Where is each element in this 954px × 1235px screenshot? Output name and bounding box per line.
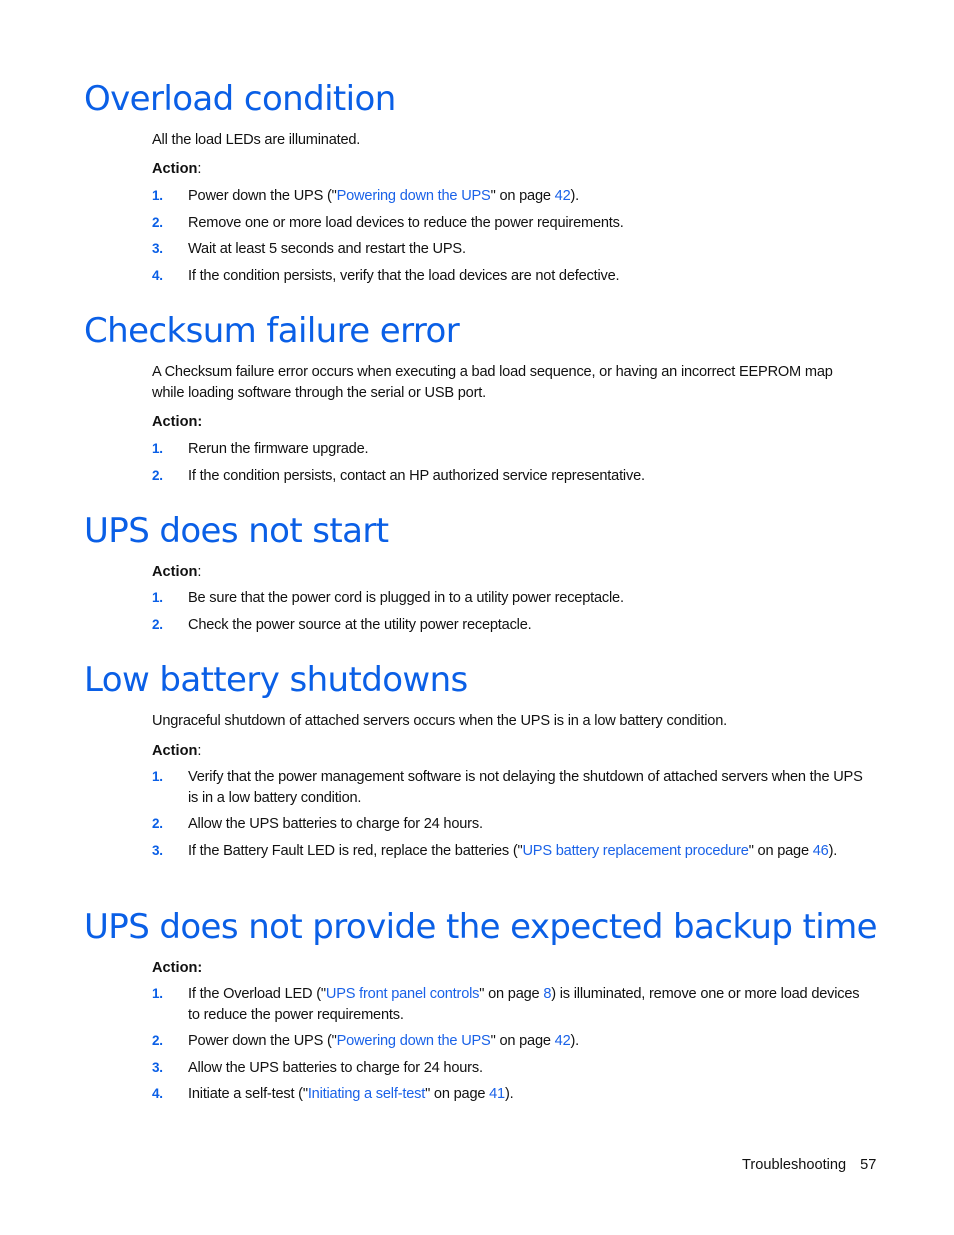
heading-low-battery-shutdowns: Low battery shutdowns xyxy=(84,660,468,700)
step-number: 3. xyxy=(152,842,163,858)
step-text: If the Overload LED (" xyxy=(188,986,326,1002)
steps-list: 1. Power down the UPS ("Powering down the… xyxy=(152,186,864,286)
link-ups-front-panel-controls[interactable]: UPS front panel controls xyxy=(326,986,480,1002)
step-text: " on page xyxy=(490,1033,555,1049)
step-number: 4. xyxy=(152,267,163,283)
list-item: 2. Remove one or more load devices to red… xyxy=(152,213,864,234)
page-number: 57 xyxy=(860,1157,877,1173)
step-number: 4. xyxy=(152,1086,163,1101)
link-page-41[interactable]: 41 xyxy=(489,1086,505,1102)
step-number: 3. xyxy=(152,1059,163,1075)
step-text: " on page xyxy=(425,1086,490,1102)
steps-list: 1. If the Overload LED ("UPS front panel … xyxy=(152,984,864,1105)
step-text: Verify that the power management softwar… xyxy=(188,769,863,806)
list-item: 1. Power down the UPS ("Powering down the… xyxy=(152,186,864,207)
list-item: 2. Check the power source at the utility … xyxy=(152,615,864,636)
footer-section-name: Troubleshooting xyxy=(742,1157,847,1173)
action-colon: : xyxy=(197,564,202,580)
step-number: 1. xyxy=(152,188,163,203)
list-item: 3. If the Battery Fault LED is red, repla… xyxy=(152,841,864,862)
steps-list: 1. Verify that the power management softw… xyxy=(152,767,864,861)
link-ups-battery-replacement-procedure[interactable]: UPS battery replacement procedure xyxy=(522,843,748,859)
step-text: Allow the UPS batteries to charge for 24… xyxy=(188,1059,483,1076)
action-label-bold: Action xyxy=(152,564,198,580)
list-item: 2. Power down the UPS ("Powering down the… xyxy=(152,1031,864,1052)
link-page-42[interactable]: 42 xyxy=(555,1033,571,1049)
step-text: Wait at least 5 seconds and restart the … xyxy=(188,241,466,257)
step-text: ). xyxy=(504,1086,514,1102)
list-item: 3. Wait at least 5 seconds and restart th… xyxy=(152,239,864,260)
step-number: 1. xyxy=(152,590,163,605)
step-text: " on page xyxy=(490,188,555,204)
list-item: 1. Rerun the firmware upgrade. xyxy=(152,439,864,460)
list-item: 1. Be sure that the power cord is plugged… xyxy=(152,588,864,609)
step-number: 2. xyxy=(152,214,163,230)
action-label: Action: xyxy=(152,562,201,582)
action-label-bold: Action: xyxy=(152,960,203,976)
section-body: A Checksum failure error occurs when exe… xyxy=(152,364,833,401)
step-text: Rerun the firmware upgrade. xyxy=(188,441,369,457)
list-item: 3. Allow the UPS batteries to charge for … xyxy=(152,1058,864,1079)
step-number: 2. xyxy=(152,616,163,632)
action-label: Action: xyxy=(152,958,202,978)
step-number: 2. xyxy=(152,816,163,831)
heading-overload-condition: Overload condition xyxy=(84,79,396,119)
list-item: 4. If the condition persists, verify that… xyxy=(152,266,864,287)
action-colon: : xyxy=(197,161,202,177)
step-number: 2. xyxy=(152,1033,163,1048)
list-item: 4. Initiate a self-test ("Initiating a se… xyxy=(152,1084,864,1105)
step-text: Check the power source at the utility po… xyxy=(188,616,532,633)
action-label: Action: xyxy=(152,412,202,432)
link-powering-down-the-ups[interactable]: Powering down the UPS xyxy=(337,1033,491,1049)
step-number: 1. xyxy=(152,441,163,456)
section-body: Ungraceful shutdown of attached servers … xyxy=(152,713,727,729)
step-text: ). xyxy=(570,1033,580,1049)
list-item: 1. If the Overload LED ("UPS front panel … xyxy=(152,984,864,1025)
action-label: Action: xyxy=(152,159,201,179)
step-text: Initiate a self-test (" xyxy=(188,1086,308,1102)
step-text: ). xyxy=(570,188,580,204)
heading-ups-does-not-start: UPS does not start xyxy=(84,511,389,551)
section-body: All the load LEDs are illuminated. xyxy=(152,132,361,148)
step-text: If the condition persists, verify that t… xyxy=(188,267,620,284)
action-label-bold: Action xyxy=(152,161,198,177)
step-text: ). xyxy=(828,842,838,859)
step-text: Remove one or more load devices to reduc… xyxy=(188,214,624,231)
action-colon: : xyxy=(197,743,202,759)
step-text: If the condition persists, contact an HP… xyxy=(188,467,645,484)
list-item: 1. Verify that the power management softw… xyxy=(152,767,864,808)
step-text: " on page xyxy=(748,842,813,859)
action-label-bold: Action xyxy=(152,743,198,759)
page-footer: Troubleshooting 57 xyxy=(742,1157,876,1173)
step-text: Allow the UPS batteries to charge for 24… xyxy=(188,816,483,832)
heading-checksum-failure-error: Checksum failure error xyxy=(84,311,460,351)
step-text: Power down the UPS (" xyxy=(188,1033,337,1049)
step-number: 1. xyxy=(152,986,163,1001)
step-text: Be sure that the power cord is plugged i… xyxy=(188,590,624,606)
heading-ups-expected-backup-time: UPS does not provide the expected backup… xyxy=(84,907,878,947)
step-number: 1. xyxy=(152,769,163,784)
steps-list: 1. Rerun the firmware upgrade. 2. If the c… xyxy=(152,439,864,486)
list-item: 2. Allow the UPS batteries to charge for … xyxy=(152,814,864,835)
link-powering-down-the-ups[interactable]: Powering down the UPS xyxy=(337,188,491,204)
steps-list: 1. Be sure that the power cord is plugged… xyxy=(152,588,864,635)
step-number: 2. xyxy=(152,467,163,483)
step-text: Power down the UPS (" xyxy=(188,188,337,204)
action-label-bold: Action: xyxy=(152,414,203,430)
step-text: If the Battery Fault LED is red, replace… xyxy=(188,842,523,859)
link-initiating-a-self-test[interactable]: Initiating a self-test xyxy=(308,1086,425,1102)
action-label: Action: xyxy=(152,741,201,761)
step-number: 3. xyxy=(152,241,163,256)
list-item: 2. If the condition persists, contact an … xyxy=(152,466,864,487)
link-page-46[interactable]: 46 xyxy=(813,843,829,859)
step-text: " on page xyxy=(479,986,544,1002)
link-page-42[interactable]: 42 xyxy=(555,188,571,204)
